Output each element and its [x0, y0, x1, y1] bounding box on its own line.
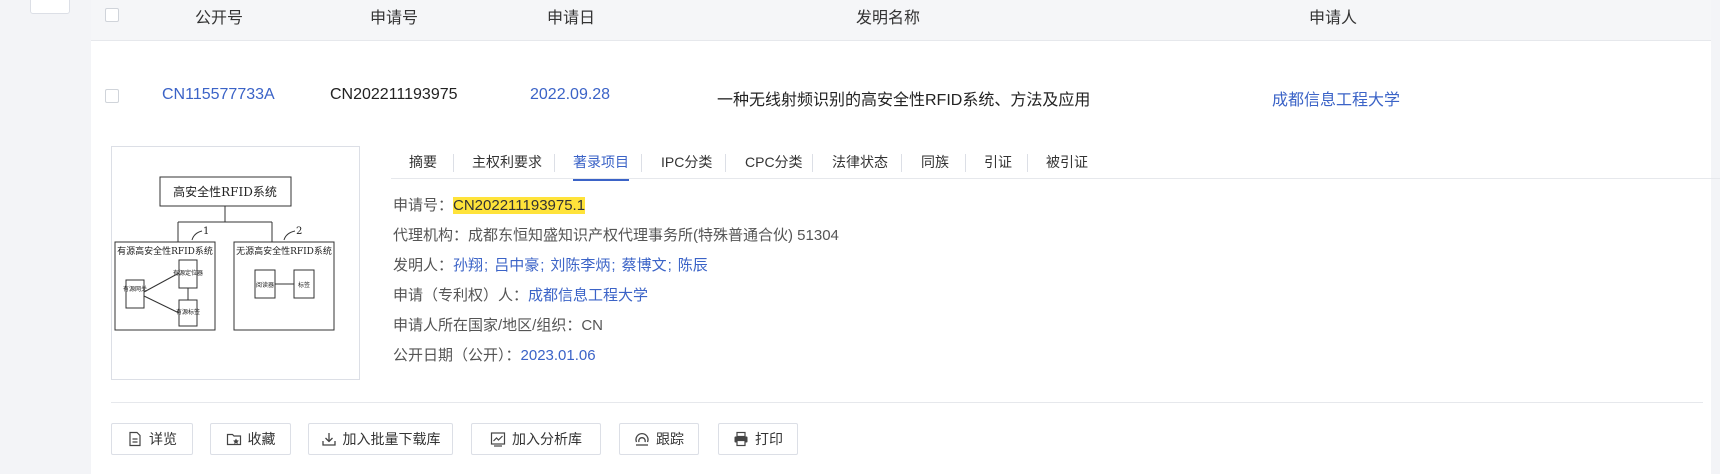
application-number-value: CN202211193975.1: [453, 197, 586, 214]
agency-value: 成都东恒知盛知识产权代理事务所(特殊普通合伙) 51304: [468, 227, 839, 244]
country-label: 申请人所在国家/地区/组织：: [393, 317, 582, 334]
diagram-right-title: 无源高安全性RFID系统: [236, 245, 332, 257]
favorite-button-label: 收藏: [247, 431, 276, 447]
invention-title[interactable]: 一种无线射频识别的高安全性RFID系统、方法及应用: [717, 86, 1090, 110]
publication-date-label: 公开日期（公开）：: [393, 347, 521, 364]
info-applicant: 申请（专利权）人：成都信息工程大学: [393, 284, 648, 305]
detail-button-label: 详览: [149, 431, 177, 447]
inventor-separator: ;: [667, 257, 672, 274]
tab-7[interactable]: 引证: [984, 152, 1012, 172]
detail-tabs: 摘要 主权利要求 著录项目 IPC分类 CPC分类 法律状态 同族 引证 被引证: [391, 148, 1720, 181]
diagram-active-tag: 有源标签: [176, 308, 200, 316]
tab-separator: [965, 154, 966, 172]
header-application-number: 申请号: [370, 10, 419, 27]
header-invention-title: 发明名称: [856, 10, 921, 27]
inventor-separator: ;: [540, 257, 545, 274]
inventor-link[interactable]: 刘陈李炳: [550, 257, 610, 274]
country-value: CN: [581, 317, 604, 334]
patent-drawing-thumbnail[interactable]: 高安全性RFID系统 1 2 有源高安全性RFID系统 有源网关 有源定位器 有…: [111, 146, 360, 380]
applicant-link[interactable]: 成都信息工程大学: [1272, 86, 1400, 110]
tab-separator: [453, 154, 454, 172]
row-checkbox[interactable]: [105, 89, 119, 103]
active-tab-underline: [573, 179, 629, 181]
batch-download-button[interactable]: 加入批量下载库: [308, 423, 453, 455]
printer-icon: [734, 431, 748, 447]
diagram-label-1: 1: [203, 226, 209, 237]
inventor-link[interactable]: 吕中豪: [494, 257, 539, 274]
diagram-passive-tag: 标签: [298, 281, 310, 289]
tab-separator: [725, 154, 726, 172]
table-header: 公开号 申请号 申请日 发明名称 申请人: [91, 0, 1711, 41]
diagram-locator: 有源定位器: [173, 269, 203, 277]
tab-1[interactable]: 主权利要求: [472, 152, 542, 172]
inventor-list: 孙翔; 吕中豪; 刘陈李炳; 蔡博文; 陈辰: [453, 257, 708, 274]
agency-label: 代理机构：: [393, 227, 469, 244]
select-all-checkbox[interactable]: [105, 8, 119, 22]
divider: [111, 402, 1703, 403]
tab-3[interactable]: IPC分类: [661, 152, 712, 172]
diagram-left-title: 有源高安全性RFID系统: [117, 245, 213, 257]
tab-separator: [812, 154, 813, 172]
top-left-control[interactable]: [30, 0, 70, 14]
publication-number-link[interactable]: CN115577733A: [162, 86, 275, 104]
tab-separator: [901, 154, 902, 172]
inventor-separator: ;: [611, 257, 616, 274]
application-number-label: 申请号：: [393, 197, 454, 214]
inventor-link[interactable]: 蔡博文: [622, 257, 667, 274]
info-inventors: 发明人：孙翔; 吕中豪; 刘陈李炳; 蔡博文; 陈辰: [393, 254, 708, 275]
tab-separator: [641, 154, 642, 172]
diagram-reader: 阅读器: [256, 281, 274, 289]
publication-date-link[interactable]: 2023.01.06: [521, 347, 596, 364]
header-publication-number: 公开号: [195, 10, 244, 27]
detail-button[interactable]: 详览: [111, 423, 193, 455]
add-to-analysis-button[interactable]: 加入分析库: [471, 423, 601, 455]
radar-icon: [635, 432, 649, 446]
tab-5[interactable]: 法律状态: [832, 152, 888, 172]
download-icon: [321, 433, 336, 446]
diagram-gateway: 有源网关: [123, 285, 147, 293]
tab-2[interactable]: 著录项目: [573, 152, 629, 181]
inventor-separator: ;: [484, 257, 489, 274]
print-button-label: 打印: [755, 431, 783, 447]
add-to-analysis-label: 加入分析库: [512, 431, 582, 447]
batch-download-label: 加入批量下载库: [342, 431, 441, 447]
info-agency: 代理机构：成都东恒知盛知识产权代理事务所(特殊普通合伙) 51304: [393, 224, 839, 245]
application-date-link[interactable]: 2022.09.28: [530, 86, 610, 104]
diagram-label-2: 2: [296, 226, 302, 237]
info-country: 申请人所在国家/地区/组织：CN: [393, 314, 603, 335]
tab-separator: [1027, 154, 1028, 172]
track-button[interactable]: 跟踪: [619, 423, 699, 455]
tab-8[interactable]: 被引证: [1046, 152, 1088, 172]
header-application-date: 申请日: [547, 10, 596, 27]
inventor-link[interactable]: 孙翔: [453, 257, 483, 274]
document-icon: [129, 431, 141, 447]
tab-4[interactable]: CPC分类: [745, 152, 803, 172]
header-applicant: 申请人: [1309, 10, 1358, 27]
tab-separator: [554, 154, 555, 172]
tab-0[interactable]: 摘要: [409, 152, 437, 172]
application-number: CN202211193975: [330, 86, 458, 103]
result-panel: 公开号 申请号 申请日 发明名称 申请人 CN115577733A CN2022…: [91, 0, 1720, 474]
info-publication-date: 公开日期（公开）：2023.01.06: [393, 344, 596, 365]
system-diagram: 高安全性RFID系统 1 2 有源高安全性RFID系统 有源网关 有源定位器 有…: [114, 176, 335, 331]
print-button[interactable]: 打印: [718, 423, 798, 455]
patentee-link[interactable]: 成都信息工程大学: [528, 287, 648, 304]
inventor-label: 发明人：: [393, 257, 454, 274]
folder-star-icon: [226, 433, 241, 446]
favorite-button[interactable]: 收藏: [210, 423, 291, 455]
info-application-number: 申请号：CN202211193975.1: [393, 194, 586, 215]
tab-6[interactable]: 同族: [921, 152, 949, 172]
inventor-link[interactable]: 陈辰: [678, 257, 708, 274]
diagram-top-label: 高安全性RFID系统: [173, 184, 277, 199]
patentee-label: 申请（专利权）人：: [393, 287, 529, 304]
track-button-label: 跟踪: [656, 431, 684, 447]
chart-icon: [490, 432, 506, 447]
